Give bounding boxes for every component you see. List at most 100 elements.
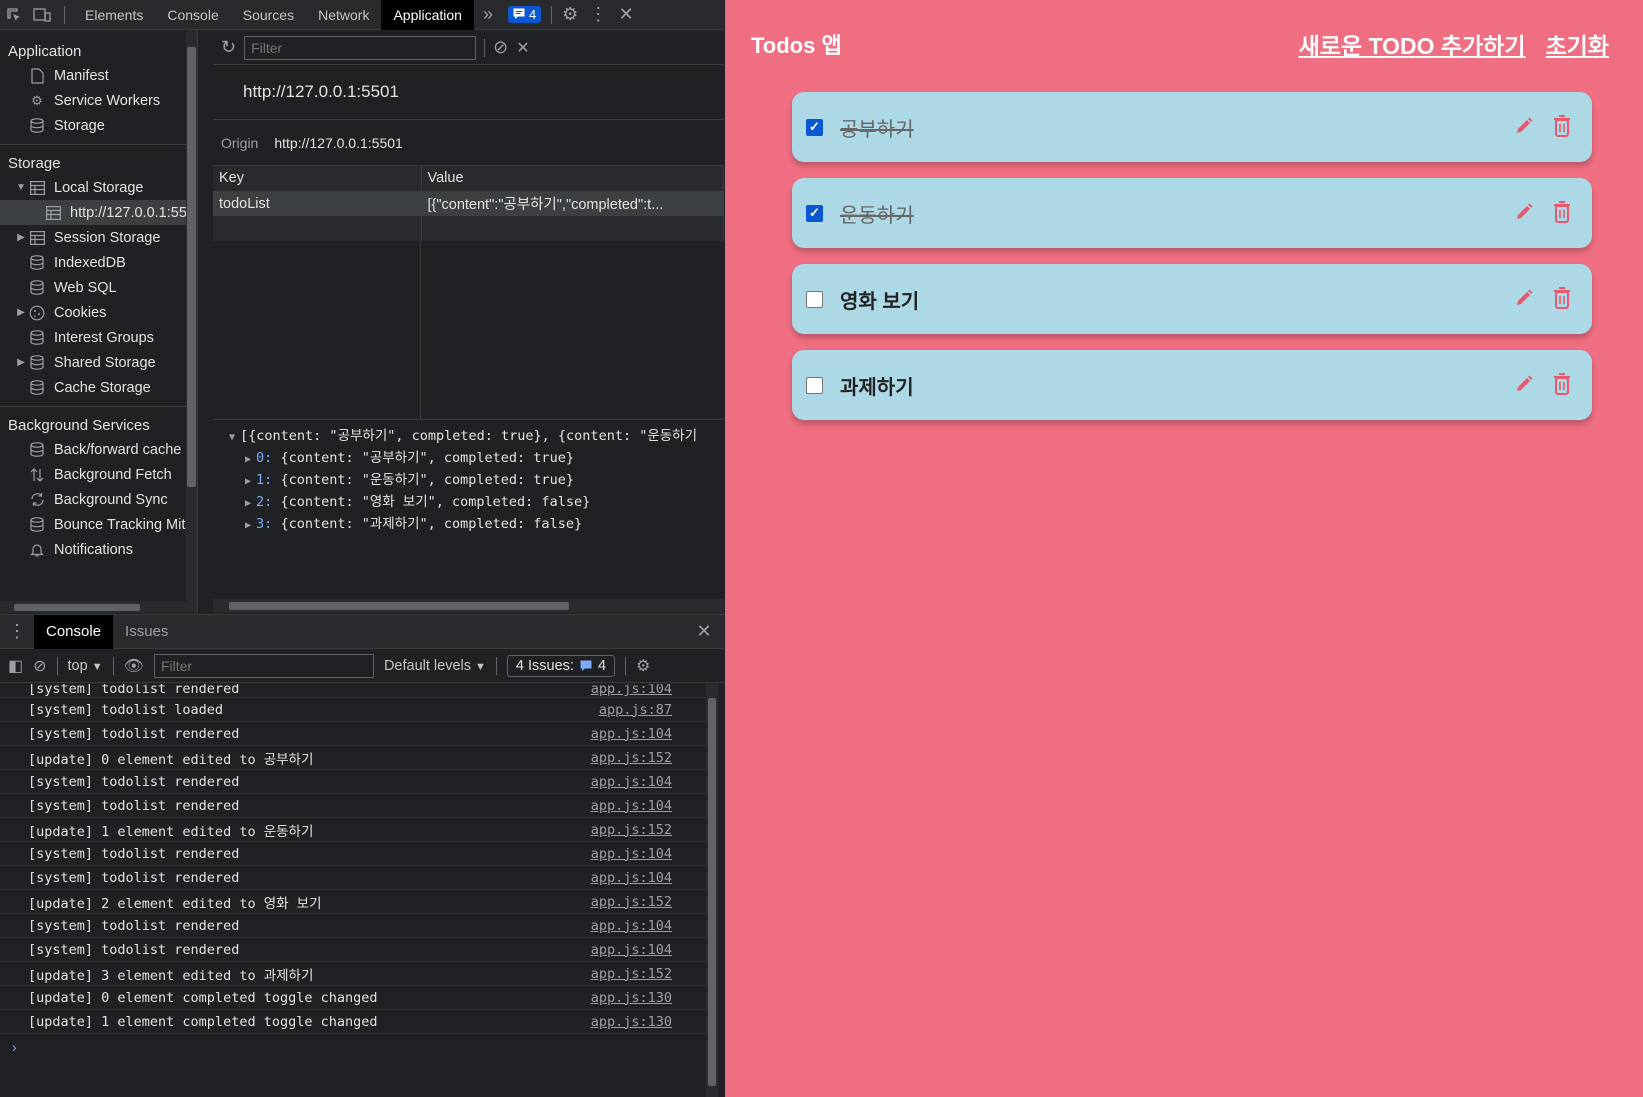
todo-checkbox[interactable]: ✓: [806, 118, 823, 136]
delete-trash-icon[interactable]: [1552, 114, 1572, 138]
expand-arrow-icon[interactable]: ▶: [14, 307, 28, 318]
context-selector[interactable]: top ▼: [68, 658, 103, 674]
preview-item[interactable]: ▶ 3: {content: "과제하기", completed: false}: [229, 514, 724, 536]
clear-console-icon[interactable]: ⊘: [33, 656, 46, 676]
value-column-header[interactable]: Value: [421, 166, 724, 192]
edit-pencil-icon[interactable]: [1514, 200, 1534, 224]
inspect-element-icon[interactable]: [0, 0, 28, 30]
settings-gear-icon[interactable]: ⚙: [556, 0, 584, 30]
todo-checkbox[interactable]: [806, 376, 823, 394]
kebab-menu-icon[interactable]: ⋮: [584, 0, 612, 30]
sidebar-item-background-sync[interactable]: Background Sync: [28, 487, 197, 512]
console-source-link[interactable]: app.js:104: [591, 870, 672, 886]
drawer-menu-icon[interactable]: ⋮: [0, 621, 34, 642]
sidebar-item-indexeddb[interactable]: IndexedDB: [14, 250, 197, 275]
sidebar-horizontal-thumb[interactable]: [14, 604, 140, 611]
sidebar-item-shared-storage[interactable]: ▶ Shared Storage: [14, 350, 197, 375]
tab-sources[interactable]: Sources: [231, 0, 306, 30]
sidebar-horizontal-scrollbar[interactable]: [0, 601, 197, 613]
console-source-link[interactable]: app.js:104: [591, 918, 672, 934]
console-source-link[interactable]: app.js:130: [591, 1014, 672, 1030]
row-value[interactable]: [{"content":"공부하기","completed":t...: [421, 191, 724, 216]
console-source-link[interactable]: app.js:152: [591, 894, 672, 910]
log-levels-dropdown[interactable]: Default levels ▼: [384, 658, 486, 674]
console-source-link[interactable]: app.js:87: [599, 702, 672, 718]
delete-trash-icon[interactable]: [1552, 286, 1572, 310]
drawer-tab-issues[interactable]: Issues: [113, 615, 180, 649]
delete-trash-icon[interactable]: [1552, 372, 1572, 396]
preview-item[interactable]: ▶ 0: {content: "공부하기", completed: true}: [229, 448, 724, 470]
live-expression-eye-icon[interactable]: 👁: [124, 656, 144, 676]
console-issues-button[interactable]: 4 Issues: 4: [506, 654, 616, 677]
sidebar-scrollbar-thumb[interactable]: [187, 47, 196, 487]
console-source-link[interactable]: app.js:104: [591, 798, 672, 814]
console-source-link[interactable]: app.js:104: [591, 726, 672, 742]
tab-network[interactable]: Network: [306, 0, 381, 30]
console-source-link[interactable]: app.js:104: [591, 774, 672, 790]
sidebar-item-notifications[interactable]: Notifications: [28, 537, 197, 562]
console-source-link[interactable]: app.js:104: [591, 942, 672, 958]
expand-arrow-icon[interactable]: ▼: [14, 182, 28, 193]
sidebar-item-back-forward-cache[interactable]: Back/forward cache: [28, 437, 197, 462]
expand-triangle-icon[interactable]: ▶: [245, 454, 251, 465]
preview-root[interactable]: ▼ [{content: "공부하기", completed: true}, {c…: [229, 426, 724, 448]
delete-selected-icon[interactable]: ✕: [516, 38, 529, 58]
tab-console[interactable]: Console: [155, 0, 230, 30]
storage-horizontal-thumb[interactable]: [229, 602, 569, 610]
table-row[interactable]: todoList [{"content":"공부하기","completed":…: [213, 191, 724, 216]
issues-badge[interactable]: 4: [507, 6, 542, 23]
console-source-link[interactable]: app.js:152: [591, 822, 672, 838]
storage-filter-input[interactable]: [244, 35, 477, 60]
sidebar-toggle-icon[interactable]: ◧: [8, 656, 23, 676]
edit-pencil-icon[interactable]: [1514, 114, 1534, 138]
console-scrollbar[interactable]: [706, 684, 718, 1097]
clear-all-icon[interactable]: ⊘: [493, 37, 508, 58]
row-key[interactable]: todoList: [213, 191, 422, 216]
key-column-header[interactable]: Key: [213, 166, 422, 192]
sidebar-item-storage[interactable]: Storage: [28, 113, 197, 138]
console-settings-gear-icon[interactable]: ⚙: [636, 656, 650, 676]
sidebar-item-local-storage[interactable]: ▼ Local Storage: [14, 175, 197, 200]
edit-pencil-icon[interactable]: [1514, 286, 1534, 310]
todo-checkbox[interactable]: ✓: [806, 204, 823, 222]
sidebar-item-manifest[interactable]: Manifest: [28, 63, 197, 88]
sidebar-item-cookies[interactable]: ▶ Cookies: [14, 300, 197, 325]
sidebar-item-interest-groups[interactable]: Interest Groups: [14, 325, 197, 350]
sidebar-item-bounce-tracking-miti[interactable]: Bounce Tracking Miti: [28, 512, 197, 537]
expand-triangle-icon[interactable]: ▶: [245, 498, 251, 509]
expand-triangle-icon[interactable]: ▶: [245, 520, 251, 531]
expand-triangle-icon[interactable]: ▶: [245, 476, 251, 487]
expand-arrow-icon[interactable]: ▶: [14, 357, 28, 368]
sidebar-scrollbar[interactable]: [186, 31, 197, 613]
reset-link[interactable]: 초기화: [1546, 27, 1609, 61]
sidebar-item-web-sql[interactable]: Web SQL: [14, 275, 197, 300]
console-source-link[interactable]: app.js:152: [591, 750, 672, 766]
close-drawer-icon[interactable]: ✕: [684, 621, 724, 642]
empty-row[interactable]: [213, 216, 724, 241]
sidebar-item-cache-storage[interactable]: Cache Storage: [14, 375, 197, 400]
tab-elements[interactable]: Elements: [73, 0, 155, 30]
refresh-icon[interactable]: ↻: [221, 37, 236, 58]
todo-checkbox[interactable]: [806, 290, 823, 308]
console-source-link[interactable]: app.js:104: [591, 846, 672, 862]
preview-item[interactable]: ▶ 1: {content: "운동하기", completed: true}: [229, 470, 724, 492]
console-source-link[interactable]: app.js:130: [591, 990, 672, 1006]
console-scrollbar-thumb[interactable]: [708, 698, 716, 1086]
add-todo-link[interactable]: 새로운 TODO 추가하기: [1299, 27, 1526, 61]
expand-arrow-icon[interactable]: ▶: [14, 232, 28, 243]
console-filter-input[interactable]: [153, 653, 374, 678]
console-source-link[interactable]: app.js:152: [591, 966, 672, 982]
console-prompt[interactable]: ›: [0, 1034, 708, 1060]
preview-item[interactable]: ▶ 2: {content: "영화 보기", completed: false}: [229, 492, 724, 514]
sidebar-item-session-storage[interactable]: ▶ Session Storage: [14, 225, 197, 250]
console-source-link[interactable]: app.js:104: [591, 684, 672, 697]
storage-horizontal-scrollbar[interactable]: [213, 599, 724, 613]
more-tabs-icon[interactable]: »: [474, 0, 502, 30]
drawer-tab-console[interactable]: Console: [34, 614, 114, 649]
sidebar-item-service-workers[interactable]: ⚙ Service Workers: [28, 88, 197, 113]
edit-pencil-icon[interactable]: [1514, 372, 1534, 396]
delete-trash-icon[interactable]: [1552, 200, 1572, 224]
sidebar-item-http-127-0-0-1-550[interactable]: http://127.0.0.1:550: [0, 200, 197, 225]
close-devtools-icon[interactable]: ✕: [612, 0, 640, 30]
expand-triangle-icon[interactable]: ▼: [229, 432, 235, 443]
